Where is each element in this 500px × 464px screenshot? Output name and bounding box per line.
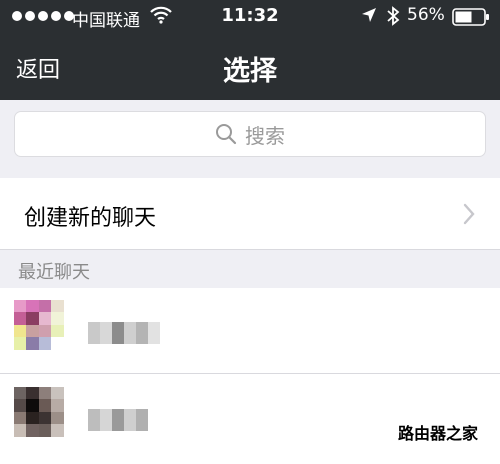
top-bar: 中国联通 11:32 56% 返回 选择 xyxy=(0,0,500,100)
avatar-pixel xyxy=(14,300,27,313)
avatar-pixel xyxy=(38,312,52,325)
avatar-pixel xyxy=(63,399,76,412)
avatar-pixel xyxy=(14,436,27,449)
avatar-pixel xyxy=(51,349,64,362)
avatar-pixel xyxy=(26,337,39,350)
search-placeholder: 搜索 xyxy=(245,123,285,148)
avatar-pixel xyxy=(51,399,64,412)
avatar-pixel xyxy=(38,411,52,425)
search-icon xyxy=(216,124,237,145)
battery-percent: 56% xyxy=(407,5,445,25)
name-blur-pixel xyxy=(100,322,112,344)
avatar-pixel xyxy=(63,411,76,425)
avatar-pixel xyxy=(14,411,27,425)
location-arrow-icon xyxy=(362,8,376,22)
avatar-pixel xyxy=(51,312,64,325)
avatar xyxy=(14,387,76,449)
avatar-pixel xyxy=(26,424,39,437)
name-blur-pixel xyxy=(88,409,100,431)
avatar-pixel xyxy=(51,411,64,425)
avatar-pixel xyxy=(14,349,27,362)
name-blur-pixel xyxy=(148,322,160,344)
name-blur-pixel xyxy=(112,409,124,431)
avatar-pixel xyxy=(51,436,64,449)
avatar-pixel xyxy=(63,349,76,362)
avatar-pixel xyxy=(26,436,39,449)
navigation-bar: 返回 选择 xyxy=(0,34,500,100)
avatar-pixel xyxy=(63,300,76,313)
avatar-pixel xyxy=(26,387,39,400)
avatar-pixel xyxy=(63,337,76,350)
avatar-pixel xyxy=(14,312,27,325)
contact-name-blurred xyxy=(88,409,148,431)
avatar-pixel xyxy=(38,337,52,350)
create-new-chat-label: 创建新的聊天 xyxy=(24,206,157,231)
name-blur-pixel xyxy=(136,322,148,344)
name-blur-pixel xyxy=(124,409,136,431)
name-blur-pixel xyxy=(124,322,136,344)
name-blur-pixel xyxy=(136,409,148,431)
avatar-pixel xyxy=(51,424,64,437)
avatar-pixel xyxy=(38,424,52,437)
avatar-pixel xyxy=(38,387,52,400)
search-input[interactable]: 搜索 xyxy=(14,111,486,157)
avatar-pixel xyxy=(26,411,39,425)
battery-icon xyxy=(452,8,489,26)
avatar-pixel xyxy=(38,324,52,338)
search-area: 搜索 xyxy=(0,100,500,168)
bluetooth-icon xyxy=(387,6,400,26)
avatar-pixel xyxy=(63,312,76,325)
avatar-pixel xyxy=(38,399,52,412)
avatar-pixel xyxy=(14,387,27,400)
recent-chats-header: 最近聊天 xyxy=(0,250,500,288)
status-bar: 中国联通 11:32 56% xyxy=(0,0,500,34)
page-title: 选择 xyxy=(223,56,277,87)
name-blur-pixel xyxy=(112,322,124,344)
name-blur-pixel xyxy=(88,322,100,344)
avatar-pixel xyxy=(63,436,76,449)
section-spacer xyxy=(0,168,500,178)
recent-chats-label: 最近聊天 xyxy=(18,262,90,283)
avatar-pixel xyxy=(14,337,27,350)
avatar-pixel xyxy=(26,300,39,313)
avatar-pixel xyxy=(38,300,52,313)
avatar-pixel xyxy=(26,324,39,338)
avatar-pixel xyxy=(14,424,27,437)
avatar-pixel xyxy=(14,324,27,338)
name-blur-pixel xyxy=(100,409,112,431)
avatar-pixel xyxy=(51,300,64,313)
avatar-pixel xyxy=(63,387,76,400)
avatar-pixel xyxy=(38,436,52,449)
avatar-pixel xyxy=(26,399,39,412)
avatar-pixel xyxy=(63,424,76,437)
contact-row[interactable] xyxy=(0,288,500,374)
create-new-chat-row[interactable]: 创建新的聊天 xyxy=(0,178,500,250)
avatar-pixel xyxy=(14,399,27,412)
watermark: 路由器之家 xyxy=(398,424,479,443)
avatar xyxy=(14,300,76,362)
avatar-pixel xyxy=(51,324,64,338)
chevron-right-icon xyxy=(463,203,475,225)
avatar-pixel xyxy=(26,312,39,325)
avatar-pixel xyxy=(51,337,64,350)
avatar-pixel xyxy=(38,349,52,362)
avatar-pixel xyxy=(63,324,76,338)
avatar-pixel xyxy=(26,349,39,362)
avatar-pixel xyxy=(51,387,64,400)
contact-name-blurred xyxy=(88,322,160,344)
